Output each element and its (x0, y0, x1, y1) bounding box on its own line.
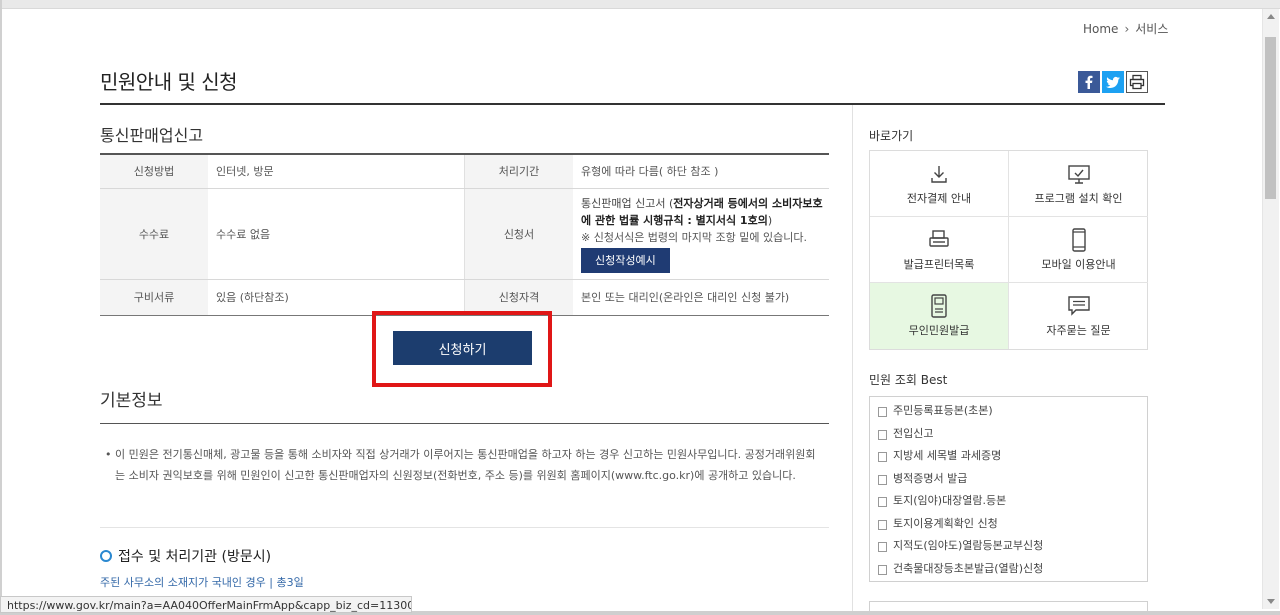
label-method: 신청방법 (100, 154, 208, 189)
list-item-label: 지방세 세목별 과세증명 (893, 449, 1002, 462)
label-documents: 구비서류 (100, 279, 208, 316)
office-title: 접수 및 처리기관 (방문시) (100, 546, 271, 566)
office-title-text: 접수 및 처리기관 (방문시) (118, 549, 272, 565)
quick-link-printers[interactable]: 발급프린터목록 (870, 217, 1009, 283)
value-documents: 있음 (하단참조) (208, 279, 465, 316)
label-fee: 수수료 (100, 188, 208, 280)
label-form: 신청서 (464, 188, 573, 280)
mobile-icon (1067, 227, 1091, 252)
facebook-icon[interactable] (1078, 71, 1100, 93)
quick-link-faq[interactable]: 자주묻는 질문 (1009, 283, 1148, 349)
value-method: 인터넷, 방문 (208, 154, 465, 189)
bullet-icon: • (105, 448, 112, 461)
column-divider (852, 105, 853, 615)
label-period: 처리기간 (464, 154, 573, 189)
scroll-up-icon[interactable] (1267, 14, 1275, 19)
form-text-end: ) (767, 213, 773, 227)
document-icon (878, 452, 887, 462)
list-item[interactable]: 주민등록표등본(초본) (878, 403, 1147, 426)
list-item-label: 병적증명서 발급 (893, 471, 968, 485)
monitor-check-icon (1067, 162, 1091, 186)
table-row: 수수료 수수료 없음 신청서 통신판매업 신고서 (전자상거래 등에서의 소비자… (100, 188, 829, 280)
printer-icon (927, 228, 951, 252)
document-icon (878, 542, 887, 552)
list-item[interactable]: 지적도(임야도)열람등본교부신청 (878, 538, 1147, 561)
list-item-label: 지적도(임야도)열람등본교부신청 (893, 539, 1044, 552)
best-list: 주민등록표등본(초본) 전입신고 지방세 세목별 과세증명 병적증명서 발급 토… (869, 396, 1148, 582)
label-eligibility: 신청자격 (464, 279, 573, 316)
list-item-label: 토지이용계획확인 신청 (893, 516, 998, 530)
basic-info-title: 기본정보 (100, 391, 163, 411)
form-text: 통신판매업 신고서 ( (581, 196, 674, 210)
form-example-button[interactable]: 신청작성예시 (581, 247, 670, 273)
document-icon (878, 497, 887, 507)
download-icon (927, 162, 951, 186)
document-icon (878, 564, 887, 575)
status-bar-url: https://www.gov.kr/main?a=AA040OfferMain… (0, 596, 412, 613)
office-subtitle[interactable]: 주된 사무소의 소재지가 국내인 경우 | 총3일 (100, 574, 304, 590)
share-buttons (1078, 71, 1148, 93)
page-title: 민원안내 및 신청 (100, 70, 238, 94)
page-scrollbar[interactable] (1262, 9, 1279, 609)
quick-link-label: 자주묻는 질문 (1046, 324, 1111, 337)
list-item[interactable]: 토지이용계획확인 신청 (878, 516, 1147, 539)
list-item[interactable]: 건축물대장등초본발급(열람)신청 (878, 561, 1147, 584)
list-item-label: 건축물대장등초본발급(열람)신청 (893, 561, 1044, 575)
quick-link-mobile[interactable]: 모바일 이용안내 (1009, 217, 1148, 283)
twitter-icon[interactable] (1102, 71, 1124, 93)
window-left-edge (0, 0, 2, 615)
quick-link-payment[interactable]: 전자결제 안내 (870, 151, 1009, 217)
list-item[interactable]: 병적증명서 발급 (878, 471, 1147, 494)
best-title: 민원 조회 Best (869, 373, 948, 387)
scroll-thumb[interactable] (1265, 37, 1276, 199)
quick-link-label: 프로그램 설치 확인 (1034, 191, 1123, 205)
title-divider (100, 103, 1165, 105)
form-note: ※ 신청서식은 법령의 마지막 조항 밑에 있습니다. (581, 230, 807, 244)
quick-link-program-check[interactable]: 프로그램 설치 확인 (1009, 151, 1148, 217)
service-info-table: 신청방법 인터넷, 방문 처리기간 유형에 따라 다름( 하단 참조 ) 수수료… (100, 153, 829, 316)
breadcrumb-home[interactable]: Home (1083, 22, 1118, 36)
basic-info-text: • 이 민원은 전기통신매체, 광고물 등을 통해 소비자와 직접 상거래가 이… (105, 444, 825, 486)
document-icon (878, 429, 887, 440)
scroll-down-icon[interactable] (1267, 599, 1275, 604)
section-separator (100, 527, 829, 528)
value-form: 통신판매업 신고서 (전자상거래 등에서의 소비자보호에 관한 법률 시행규칙 … (573, 188, 829, 280)
document-icon (878, 474, 887, 485)
list-item-label: 토지(임야)대장열람.등본 (893, 494, 1007, 507)
browser-top-bar (0, 0, 1280, 9)
table-row: 구비서류 있음 (하단참조) 신청자격 본인 또는 대리인(온라인은 대리인 신… (100, 279, 829, 316)
quick-links-title: 바로가기 (869, 129, 914, 143)
value-period: 유형에 따라 다름( 하단 참조 ) (573, 154, 829, 189)
list-item[interactable]: 전입신고 (878, 426, 1147, 449)
breadcrumb: Home › 서비스 (1083, 20, 1168, 37)
list-item-label: 주민등록표등본(초본) (893, 404, 993, 417)
list-item[interactable]: 지방세 세목별 과세증명 (878, 448, 1147, 471)
table-row: 신청방법 인터넷, 방문 처리기간 유형에 따라 다름( 하단 참조 ) (100, 154, 829, 189)
quick-link-label: 발급프린터목록 (903, 257, 975, 271)
quick-links-grid: 전자결제 안내 프로그램 설치 확인 발급프린터목록 모바일 이용안내 무인민원… (869, 150, 1148, 350)
circle-bullet-icon (100, 550, 112, 562)
list-item[interactable]: 토지(임야)대장열람.등본 (878, 493, 1147, 516)
document-icon (878, 519, 887, 530)
list-item-label: 전입신고 (893, 426, 934, 440)
basic-info-divider (100, 423, 829, 424)
breadcrumb-current[interactable]: 서비스 (1135, 20, 1168, 37)
kiosk-icon (927, 294, 951, 318)
quick-link-label: 무인민원발급 (908, 324, 970, 337)
quick-link-label: 전자결제 안내 (906, 191, 972, 205)
basic-info-body: 이 민원은 전기통신매체, 광고물 등을 통해 소비자와 직접 상거래가 이루어… (115, 448, 816, 482)
chevron-right-icon: › (1124, 21, 1130, 36)
speech-bubble-icon (1067, 294, 1091, 318)
apply-button[interactable]: 신청하기 (393, 331, 532, 365)
value-eligibility: 본인 또는 대리인(온라인은 대리인 신청 불가) (573, 279, 829, 316)
document-icon (878, 407, 887, 417)
print-icon[interactable] (1126, 71, 1148, 93)
service-title: 통신판매업신고 (100, 126, 204, 145)
value-fee: 수수료 없음 (208, 188, 465, 280)
quick-link-label: 모바일 이용안내 (1041, 257, 1116, 271)
quick-link-kiosk[interactable]: 무인민원발급 (870, 283, 1009, 349)
